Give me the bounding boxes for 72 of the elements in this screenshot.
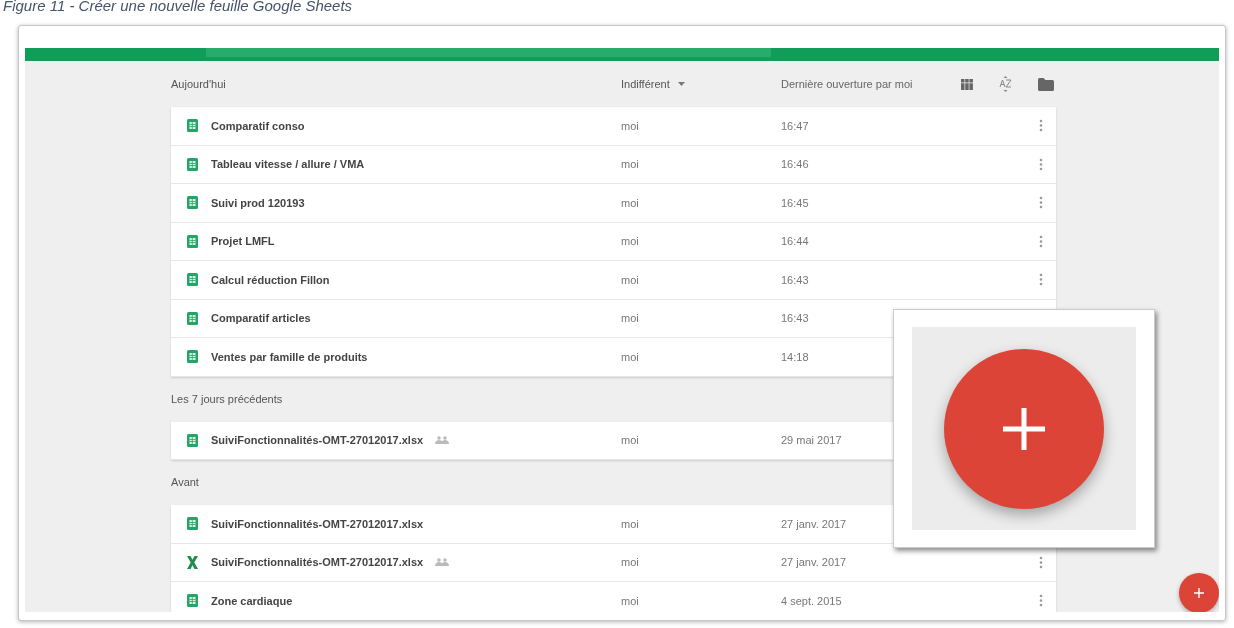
add-button[interactable] <box>944 348 1104 509</box>
owner-filter-dropdown[interactable]: Indifférent <box>621 75 685 93</box>
spreadsheet-icon <box>186 433 198 447</box>
date-text: 16:43 <box>781 311 810 326</box>
add-button[interactable] <box>1179 573 1219 612</box>
more-icon[interactable] <box>1039 157 1043 171</box>
date-text: 16:47 <box>781 118 810 134</box>
more-icon[interactable] <box>1039 196 1043 210</box>
section-title: Avant <box>171 475 200 491</box>
section-title: Aujourd'hui <box>171 76 227 92</box>
more-icon[interactable] <box>1039 273 1043 287</box>
date-text: 14:18 <box>781 349 810 365</box>
file-row[interactable]: Comparatif conso moi 16:47 <box>171 107 1056 146</box>
file-name: SuiviFonctionnalités-OMT-27012017.xlsx <box>211 555 424 570</box>
file-name: Comparatif articles <box>211 311 311 326</box>
owner-text: moi <box>621 555 640 570</box>
x-letter-icon <box>186 555 198 569</box>
file-row[interactable]: Suivi prod 120193 moi 16:45 <box>171 184 1056 223</box>
date-text: 16:45 <box>781 195 810 211</box>
date-text: 4 sept. 2015 <box>781 593 843 609</box>
spreadsheet-icon <box>186 273 198 287</box>
date-text: 27 janv. 2017 <box>781 516 848 532</box>
folder-icon[interactable] <box>1038 77 1054 91</box>
figure-caption: Figure 11 - Créer une nouvelle feuille Google Sheets <box>2 0 354 16</box>
plus-icon <box>1003 407 1045 450</box>
spreadsheet-icon <box>186 350 198 364</box>
spreadsheet-icon <box>186 594 198 608</box>
file-name: Ventes par famille de produits <box>211 349 368 365</box>
file-row[interactable]: Calcul réduction Fillon moi 16:43 <box>171 261 1056 300</box>
owner-text: moi <box>621 433 640 448</box>
grid-view-icon[interactable] <box>961 78 973 90</box>
owner-text: moi <box>621 118 640 134</box>
plus-icon <box>1194 588 1204 598</box>
owner-text: moi <box>621 349 640 365</box>
file-row[interactable]: SuiviFonctionnalités-OMT-27012017.xlsx moi 27 janv. 2017 <box>171 543 1056 582</box>
file-row[interactable]: Tableau vitesse / allure / VMA moi 16:46 <box>171 145 1056 184</box>
owner-text: moi <box>621 311 640 326</box>
date-text: 27 janv. 2017 <box>781 555 848 570</box>
owner-text: moi <box>621 234 640 249</box>
section-title: Les 7 jours précédents <box>171 391 284 407</box>
owner-text: moi <box>621 593 640 609</box>
spreadsheet-icon <box>186 157 198 171</box>
date-text: 16:44 <box>781 234 810 249</box>
spreadsheet-icon <box>186 517 198 531</box>
file-name: Projet LMFL <box>211 234 275 249</box>
caret-icon <box>677 82 685 86</box>
file-name: Comparatif conso <box>211 118 305 134</box>
more-icon[interactable] <box>1039 234 1043 248</box>
spreadsheet-icon <box>186 311 198 325</box>
spreadsheet-icon <box>186 119 198 133</box>
date-text: 16:43 <box>781 272 810 288</box>
owner-text: moi <box>621 516 640 532</box>
more-icon[interactable] <box>1039 119 1043 133</box>
more-icon[interactable] <box>1039 555 1043 569</box>
owner-text: moi <box>621 272 640 288</box>
owner-text: moi <box>621 157 640 172</box>
file-name: Tableau vitesse / allure / VMA <box>211 157 365 172</box>
more-icon[interactable] <box>1039 594 1043 608</box>
date-text: 16:46 <box>781 157 810 172</box>
file-name: Zone cardiaque <box>211 593 293 609</box>
sort-icon[interactable] <box>999 76 1012 92</box>
file-name: Calcul réduction Fillon <box>211 272 330 288</box>
file-name: Suivi prod 120193 <box>211 195 305 211</box>
spreadsheet-icon <box>186 196 198 210</box>
file-row[interactable]: Projet LMFL moi 16:44 <box>171 222 1056 261</box>
owner-text: moi <box>621 195 640 211</box>
spreadsheet-icon <box>186 234 198 248</box>
file-row[interactable]: Zone cardiaque moi 4 sept. 2015 <box>171 582 1056 612</box>
date-text: 29 mai 2017 <box>781 433 843 448</box>
file-name: SuiviFonctionnalités-OMT-27012017.xlsx <box>211 433 424 448</box>
sort-column-header[interactable]: Dernière ouverture par moi <box>781 75 961 93</box>
file-name: SuiviFonctionnalités-OMT-27012017.xlsx <box>211 516 424 532</box>
